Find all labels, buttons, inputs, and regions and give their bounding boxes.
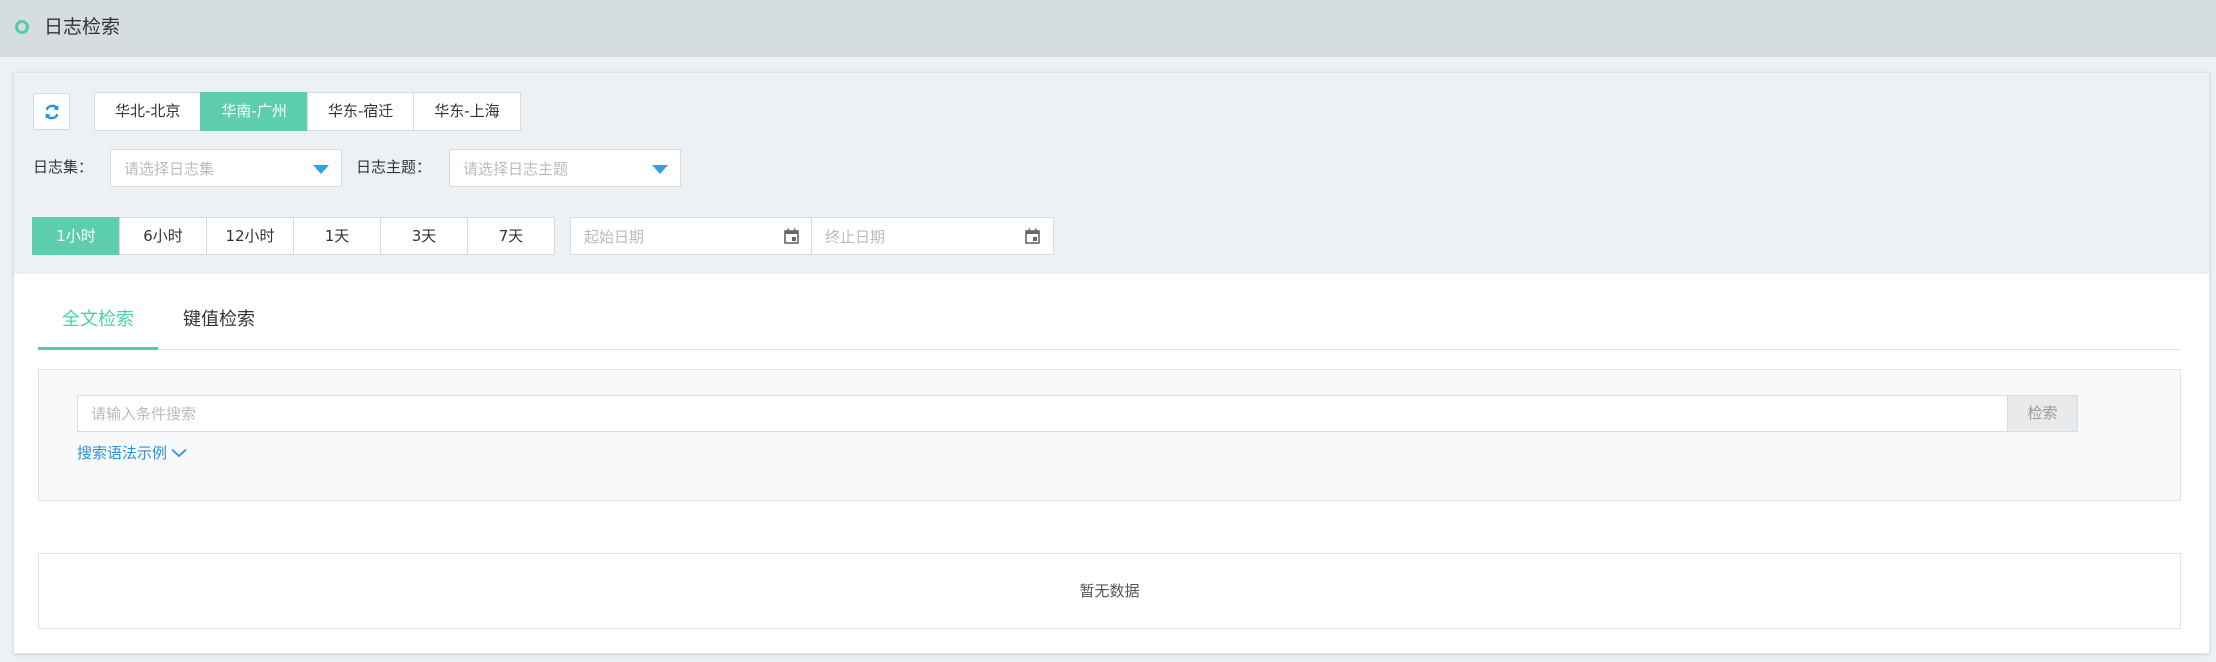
region-south-guangzhou[interactable]: 华南-广州: [200, 92, 308, 131]
refresh-icon: [44, 104, 59, 119]
region-east-suqian[interactable]: 华东-宿迁: [306, 92, 415, 131]
tab-keyvalue-search[interactable]: 键值检索: [159, 303, 279, 350]
logset-placeholder: 请选择日志集: [124, 160, 215, 178]
circle-icon: [15, 20, 29, 34]
start-date-placeholder: 起始日期: [584, 228, 645, 246]
page-header: 日志检索: [0, 0, 2216, 57]
refresh-button[interactable]: [33, 93, 70, 130]
end-date-placeholder: 终止日期: [825, 228, 886, 246]
time-range-6h[interactable]: 6小时: [119, 217, 207, 255]
search-mode-tabs: 全文检索 键值检索: [38, 303, 2181, 350]
filter-area: 华北-北京 华南-广州 华东-宿迁 华东-上海 日志集： 请选择日志集 日志主题…: [14, 73, 2209, 274]
time-range-selector: 1小时 6小时 12小时 1天 3天 7天: [32, 217, 555, 255]
region-north-beijing[interactable]: 华北-北京: [94, 92, 202, 131]
search-syntax-link[interactable]: 搜索语法示例: [77, 443, 187, 463]
search-input[interactable]: 请输入条件搜索 检索: [77, 395, 2078, 432]
page-title: 日志检索: [44, 16, 121, 38]
search-syntax-label: 搜索语法示例: [77, 444, 168, 462]
caret-down-icon: [313, 165, 329, 174]
results-table: 暂无数据: [38, 553, 2181, 629]
tab-fulltext-search[interactable]: 全文检索: [38, 303, 158, 350]
calendar-icon: [1025, 228, 1040, 244]
search-box: 请输入条件搜索 检索 搜索语法示例: [38, 369, 2181, 501]
main-panel: 华北-北京 华南-广州 华东-宿迁 华东-上海 日志集： 请选择日志集 日志主题…: [13, 72, 2210, 654]
time-range-1h[interactable]: 1小时: [32, 217, 120, 255]
time-range-7d[interactable]: 7天: [467, 217, 555, 255]
topic-placeholder: 请选择日志主题: [463, 160, 569, 178]
logset-select[interactable]: 请选择日志集: [110, 149, 342, 187]
empty-state-text: 暂无数据: [1079, 582, 1140, 600]
start-date-input[interactable]: 起始日期: [570, 217, 813, 255]
search-button[interactable]: 检索: [2007, 396, 2077, 431]
topic-select[interactable]: 请选择日志主题: [449, 149, 681, 187]
region-selector: 华北-北京 华南-广州 华东-宿迁 华东-上海: [94, 92, 521, 131]
chevron-down-icon: [171, 448, 187, 458]
time-range-1d[interactable]: 1天: [293, 217, 381, 255]
time-range-3d[interactable]: 3天: [380, 217, 468, 255]
time-range-12h[interactable]: 12小时: [206, 217, 294, 255]
topic-label: 日志主题：: [356, 158, 432, 176]
end-date-input[interactable]: 终止日期: [811, 217, 1054, 255]
logset-label: 日志集：: [33, 158, 94, 176]
calendar-icon: [784, 228, 799, 244]
search-placeholder: 请输入条件搜索: [91, 405, 197, 423]
region-east-shanghai[interactable]: 华东-上海: [413, 92, 521, 131]
caret-down-icon: [652, 165, 668, 174]
